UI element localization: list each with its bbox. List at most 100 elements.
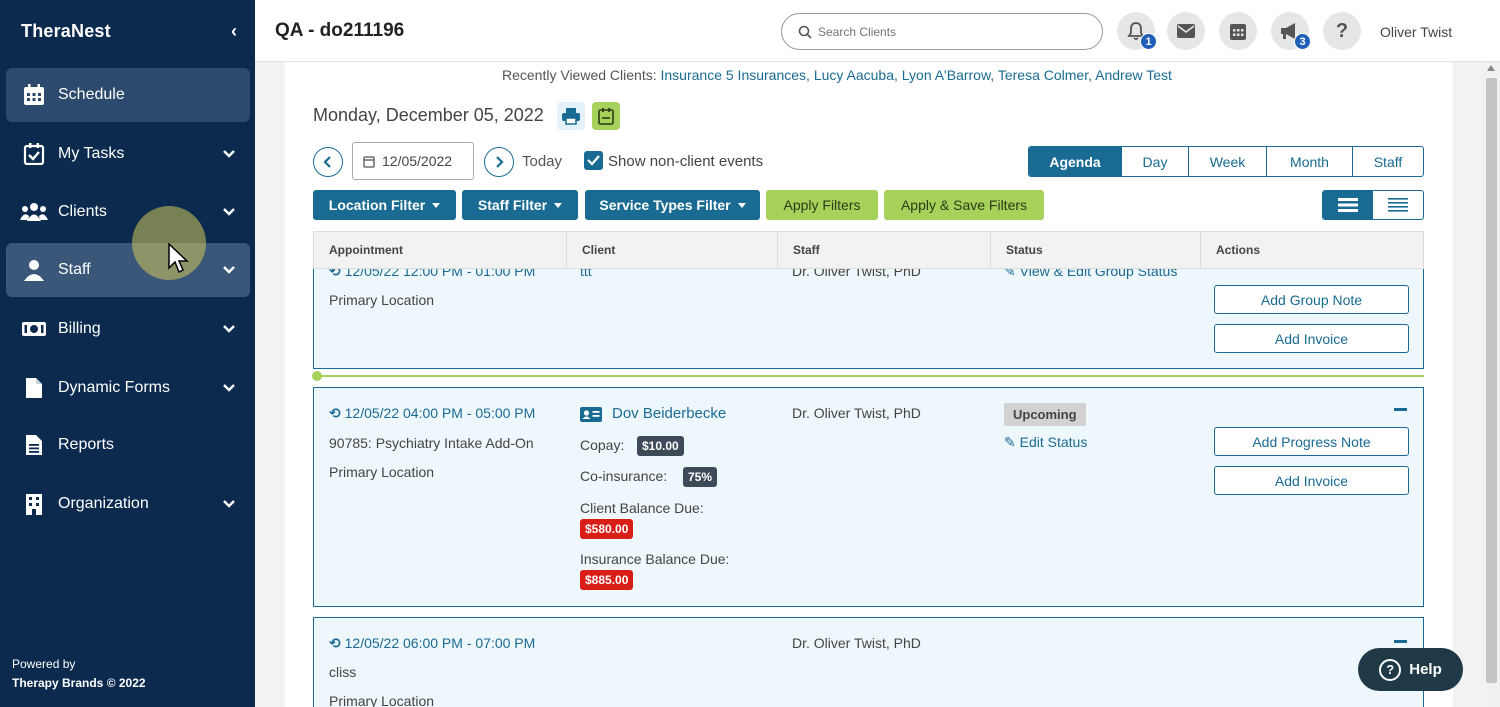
show-nonclient-label: Show non-client events	[608, 153, 764, 170]
sidebar-item-schedule[interactable]: Schedule	[6, 68, 250, 122]
recent-client-link[interactable]: Teresa Colmer,	[998, 67, 1092, 83]
sidebar-collapse-icon[interactable]: ‹	[231, 21, 237, 42]
sidebar-item-clients[interactable]: Clients	[6, 185, 250, 239]
help-button[interactable]: ? Help	[1358, 648, 1463, 691]
messages-button[interactable]	[1167, 12, 1205, 50]
calendar-button[interactable]	[1219, 12, 1257, 50]
tab-day[interactable]: Day	[1121, 147, 1188, 176]
print-button[interactable]	[557, 102, 585, 130]
recent-client-link[interactable]: Andrew Test	[1095, 67, 1172, 83]
chevron-right-icon	[496, 156, 504, 168]
user-menu[interactable]: Oliver Twist	[1380, 24, 1452, 40]
staff-filter-button[interactable]: Staff Filter	[462, 190, 578, 220]
tab-staff[interactable]: Staff	[1352, 147, 1423, 176]
appointment-time[interactable]: ⟲ 12/05/22 12:00 PM - 01:00 PM	[329, 269, 535, 280]
appointment-location: Primary Location	[329, 464, 435, 480]
appointment-time-text: 12/05/22 12:00 PM - 01:00 PM	[344, 269, 536, 279]
file-icon	[20, 376, 48, 400]
appointment-time[interactable]: ⟲ 12/05/22 04:00 PM - 05:00 PM	[329, 405, 535, 422]
collapse-appointment-button[interactable]	[1394, 408, 1407, 411]
appointment-row: ⟲ 12/05/22 06:00 PM - 07:00 PM cliss Pri…	[313, 617, 1424, 707]
page-scrollbar[interactable]	[1483, 62, 1500, 707]
column-header: Staff	[778, 232, 991, 268]
staff-filter-label: Staff Filter	[477, 197, 548, 213]
recent-client-link[interactable]: Lyon A'Barrow,	[902, 67, 994, 83]
apply-save-filters-button[interactable]: Apply & Save Filters	[884, 190, 1044, 220]
date-picker-input[interactable]: 12/05/2022	[352, 142, 474, 180]
add-event-button[interactable]	[592, 102, 620, 130]
expanded-view-button[interactable]	[1323, 191, 1373, 219]
coinsurance-badge: 75%	[683, 467, 718, 487]
current-time-line	[313, 375, 1424, 377]
appointment-row: ⟲ 12/05/22 12:00 PM - 01:00 PM Primary L…	[313, 269, 1424, 369]
client-link[interactable]: ttt	[580, 269, 592, 279]
brand-logo: TheraNest	[21, 20, 111, 41]
sidebar-item-label: Schedule	[58, 86, 125, 103]
insurance-balance-label: Insurance Balance Due:	[580, 551, 730, 567]
top-header: QA - do211196 1 3 ? Oliver Twist	[255, 0, 1500, 62]
sidebar-item-reports[interactable]: Reports	[6, 418, 250, 472]
schedule-date-title: Monday, December 05, 2022	[313, 105, 544, 125]
edit-status-link[interactable]: ✎ Edit Status	[1004, 434, 1087, 451]
prev-day-button[interactable]	[313, 147, 343, 177]
search-box[interactable]	[781, 13, 1103, 50]
location-filter-button[interactable]: Location Filter	[313, 190, 456, 220]
scroll-up-arrow-icon[interactable]	[1487, 65, 1495, 71]
add-group-note-button[interactable]: Add Group Note	[1214, 285, 1409, 314]
recent-client-link[interactable]: Lucy Aacuba,	[814, 67, 898, 83]
appointment-staff: Dr. Oliver Twist, PhD	[792, 405, 921, 421]
id-card-icon	[580, 407, 602, 422]
view-edit-group-status-link[interactable]: ✎ View & Edit Group Status	[1004, 269, 1177, 280]
tab-agenda[interactable]: Agenda	[1029, 147, 1121, 176]
today-button[interactable]: Today	[522, 153, 562, 170]
service-types-filter-button[interactable]: Service Types Filter	[585, 190, 760, 220]
appointment-time-text: 12/05/22 06:00 PM - 07:00 PM	[344, 635, 536, 651]
layout-toggle	[1322, 190, 1424, 220]
pencil-icon: ✎	[1004, 434, 1020, 450]
scroll-thumb[interactable]	[1486, 78, 1497, 683]
question-icon: ?	[1335, 19, 1349, 42]
chevron-down-icon	[223, 266, 235, 274]
date-value: 12/05/2022	[382, 153, 453, 169]
powered-by: Powered by Therapy Brands © 2022	[12, 655, 146, 693]
chevron-left-icon	[323, 156, 331, 168]
sidebar-item-staff[interactable]: Staff	[6, 243, 250, 297]
recent-client-link[interactable]: Insurance 5 Insurances,	[661, 67, 810, 83]
next-day-button[interactable]	[484, 147, 514, 177]
sidebar-item-my-tasks[interactable]: My Tasks	[6, 127, 250, 181]
calendar-icon	[20, 83, 48, 107]
compact-view-button[interactable]	[1373, 191, 1423, 219]
notifications-button[interactable]: 1	[1117, 12, 1157, 50]
add-invoice-button[interactable]: Add Invoice	[1214, 466, 1409, 495]
appointment-staff: Dr. Oliver Twist, PhD	[792, 269, 921, 279]
add-invoice-button[interactable]: Add Invoice	[1214, 324, 1409, 353]
sidebar-item-billing[interactable]: Billing	[6, 302, 250, 356]
collapse-appointment-button[interactable]	[1394, 640, 1407, 643]
search-input[interactable]	[818, 24, 1078, 39]
current-time-marker	[312, 371, 322, 381]
appointment-time[interactable]: ⟲ 12/05/22 06:00 PM - 07:00 PM	[329, 635, 535, 652]
caret-down-icon	[737, 202, 746, 208]
question-icon: ?	[1379, 658, 1402, 681]
add-progress-note-button[interactable]: Add Progress Note	[1214, 427, 1409, 456]
sidebar-item-label: Reports	[58, 436, 115, 453]
location-filter-label: Location Filter	[328, 197, 426, 213]
checkmark-icon	[587, 155, 600, 166]
schedule-panel: Recently Viewed Clients: Insurance 5 Ins…	[285, 62, 1453, 707]
view-edit-group-status-label: View & Edit Group Status	[1019, 269, 1178, 279]
sidebar-item-dynamic-forms[interactable]: Dynamic Forms	[6, 361, 250, 415]
recurring-icon: ⟲	[329, 405, 345, 421]
tab-week[interactable]: Week	[1188, 147, 1266, 176]
tab-month[interactable]: Month	[1266, 147, 1352, 176]
appointment-time-text: 12/05/22 04:00 PM - 05:00 PM	[344, 405, 536, 421]
column-header: Appointment	[314, 232, 567, 268]
apply-filters-button[interactable]: Apply Filters	[766, 190, 878, 220]
show-nonclient-checkbox[interactable]	[584, 151, 603, 170]
search-icon	[798, 25, 812, 39]
printer-icon	[562, 108, 580, 125]
service-types-filter-label: Service Types Filter	[599, 197, 731, 213]
sidebar-item-organization[interactable]: Organization	[6, 477, 250, 531]
help-menu-button[interactable]: ?	[1323, 12, 1361, 50]
client-link[interactable]: Dov Beiderbecke	[612, 405, 726, 422]
announcements-button[interactable]: 3	[1271, 12, 1311, 50]
